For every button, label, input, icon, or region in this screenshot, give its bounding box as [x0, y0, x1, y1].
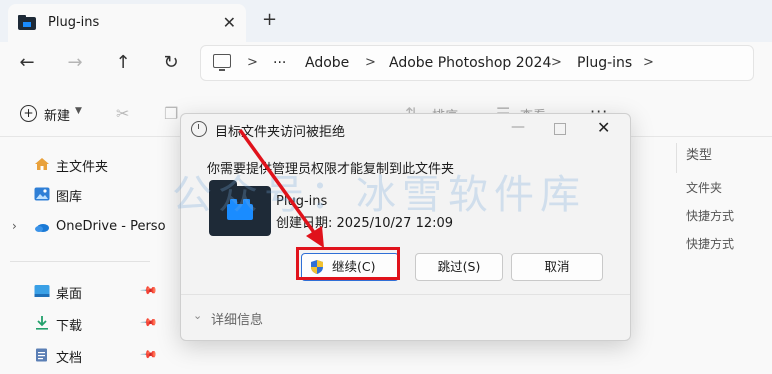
navigation-pane: 主文件夹 图库 › OneDrive - Perso 桌面 📌 下载 📌 文档 … [0, 137, 166, 374]
sidebar-divider [10, 261, 150, 262]
access-denied-dialog: 目标文件夹访问被拒绝 — ✕ 你需要提供管理员权限才能复制到此文件夹 Plug-… [180, 113, 631, 341]
sidebar-item-home[interactable]: 主文件夹 [0, 149, 158, 179]
column-header-type[interactable]: 类型 [676, 143, 772, 173]
new-button[interactable]: 新建 [44, 105, 70, 124]
new-tab-button[interactable]: + [262, 9, 277, 30]
chevron-down-icon: ▼ [75, 106, 82, 116]
breadcrumb-separator: > [551, 55, 562, 70]
tab-plug-ins[interactable]: Plug-ins ✕ [8, 4, 246, 42]
sidebar-item-label: 下载 [56, 319, 83, 334]
onedrive-cloud-icon [35, 224, 49, 232]
folder-icon [18, 15, 36, 30]
sidebar-item-downloads[interactable]: 下载 📌 [0, 308, 158, 338]
breadcrumb-plug-ins[interactable]: Plug-ins [577, 55, 632, 71]
document-icon [36, 348, 47, 362]
file-created-date: 创建日期: 2025/10/27 12:09 [276, 216, 454, 231]
details-toggle[interactable]: 详细信息 [211, 309, 263, 328]
home-icon [35, 158, 49, 170]
file-type-cell: 快捷方式 [686, 237, 735, 251]
dialog-divider [181, 294, 630, 295]
folder-thumbnail-icon [209, 180, 271, 236]
skip-button[interactable]: 跳过(S) [415, 253, 503, 281]
file-name: Plug-ins [276, 194, 328, 209]
close-icon[interactable]: ✕ [597, 118, 610, 137]
pin-icon[interactable]: 📌 [139, 281, 158, 300]
breadcrumb-separator: > [247, 55, 258, 70]
desktop-icon [34, 285, 50, 297]
forward-arrow-icon[interactable]: → [63, 51, 87, 75]
back-arrow-icon[interactable]: ← [15, 51, 39, 75]
tab-title: Plug-ins [48, 15, 100, 30]
navigation-bar: ← → ↑ ↻ > ··· Adobe > Adobe Photoshop 20… [0, 42, 772, 84]
annotation-highlight-box [296, 247, 400, 280]
minimize-icon[interactable]: — [511, 119, 525, 135]
refresh-icon[interactable]: ↻ [159, 51, 183, 75]
breadcrumb-ellipsis[interactable]: ··· [273, 55, 286, 71]
sidebar-item-label: 文档 [56, 351, 83, 366]
download-icon [36, 316, 48, 330]
gallery-icon [34, 187, 50, 201]
dialog-title: 目标文件夹访问被拒绝 [215, 125, 346, 140]
sidebar-item-label: 图库 [56, 190, 83, 205]
breadcrumb-adobe[interactable]: Adobe [305, 55, 349, 71]
address-bar[interactable]: > ··· Adobe > Adobe Photoshop 2024 > Plu… [200, 45, 754, 81]
sidebar-item-gallery[interactable]: 图库 [0, 179, 158, 209]
computer-stand [219, 69, 225, 71]
file-type-cell: 快捷方式 [686, 209, 735, 223]
sidebar-item-documents[interactable]: 文档 📌 [0, 340, 158, 370]
clock-icon [191, 121, 207, 137]
up-arrow-icon[interactable]: ↑ [111, 51, 135, 75]
maximize-icon[interactable] [554, 123, 566, 135]
breadcrumb-separator: > [643, 55, 654, 70]
breadcrumb-separator: > [365, 55, 376, 70]
dialog-message: 你需要提供管理员权限才能复制到此文件夹 [207, 162, 455, 177]
sidebar-item-onedrive[interactable]: › OneDrive - Perso [0, 212, 166, 242]
cancel-button[interactable]: 取消 [511, 253, 603, 281]
pin-icon[interactable]: 📌 [139, 345, 158, 364]
sidebar-item-label: 主文件夹 [56, 160, 109, 175]
chevron-down-icon[interactable]: ⌄ [193, 309, 202, 322]
copy-icon[interactable]: ❐ [164, 104, 178, 123]
pin-icon[interactable]: 📌 [139, 313, 158, 332]
breadcrumb-photoshop[interactable]: Adobe Photoshop 2024 [389, 55, 551, 71]
sidebar-item-desktop[interactable]: 桌面 📌 [0, 276, 158, 306]
chevron-right-icon[interactable]: › [12, 219, 17, 233]
cut-icon[interactable]: ✂ [116, 104, 129, 123]
close-tab-icon[interactable]: ✕ [223, 13, 236, 32]
new-plus-icon: + [20, 105, 37, 122]
sidebar-item-label: 桌面 [56, 287, 83, 302]
computer-icon [213, 54, 231, 68]
sidebar-item-label: OneDrive - Perso [56, 219, 166, 234]
tab-bar: Plug-ins ✕ + [0, 0, 772, 42]
file-type-cell: 文件夹 [686, 181, 723, 195]
